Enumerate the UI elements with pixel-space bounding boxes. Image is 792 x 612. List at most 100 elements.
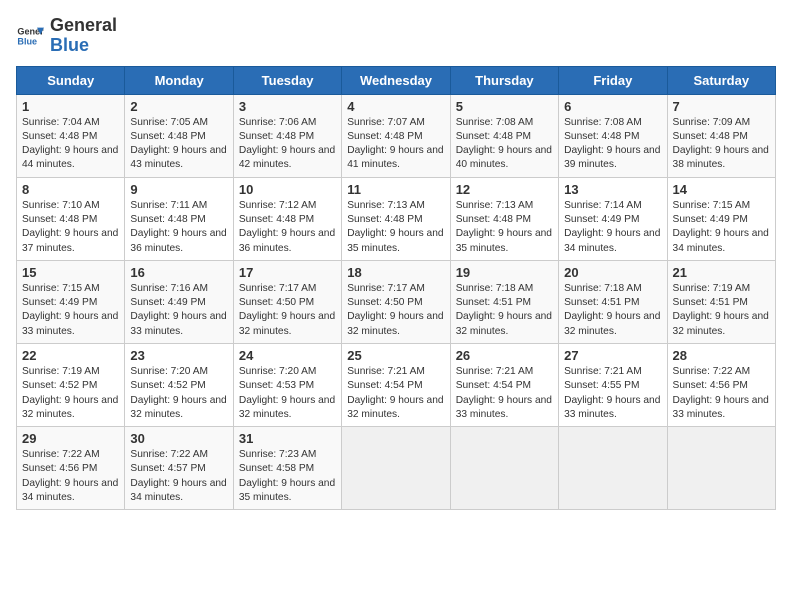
cell-content: Sunrise: 7:04 AMSunset: 4:48 PMDaylight:… — [22, 116, 119, 173]
cell-content: Sunrise: 7:13 AMSunset: 4:48 PMDaylight:… — [456, 199, 553, 256]
main-container: General Blue General Blue SundayMondayTu… — [0, 0, 792, 518]
cell-content: Sunrise: 7:22 AMSunset: 4:56 PMDaylight:… — [22, 448, 119, 505]
day-number: 22 — [22, 348, 119, 363]
calendar-cell: 12 Sunrise: 7:13 AMSunset: 4:48 PMDayligh… — [450, 177, 558, 260]
calendar-cell: 9Sunrise: 7:11 AMSunset: 4:48 PMDaylight… — [125, 177, 233, 260]
cell-content: Sunrise: 7:07 AMSunset: 4:48 PMDaylight:… — [347, 116, 444, 173]
cell-content: Sunrise: 7:10 AMSunset: 4:48 PMDaylight:… — [22, 199, 119, 256]
calendar-cell: 24 Sunrise: 7:20 AMSunset: 4:53 PMDayligh… — [233, 343, 341, 426]
calendar-cell — [450, 427, 558, 510]
calendar-cell — [559, 427, 667, 510]
day-number: 21 — [673, 265, 770, 280]
column-header-thursday: Thursday — [450, 66, 558, 94]
calendar-cell: 19 Sunrise: 7:18 AMSunset: 4:51 PMDayligh… — [450, 260, 558, 343]
column-header-sunday: Sunday — [17, 66, 125, 94]
day-number: 28 — [673, 348, 770, 363]
cell-content: Sunrise: 7:14 AMSunset: 4:49 PMDaylight:… — [564, 199, 661, 256]
day-number: 8 — [22, 182, 119, 197]
day-number: 24 — [239, 348, 336, 363]
day-number: 12 — [456, 182, 553, 197]
calendar-cell: 2 Sunrise: 7:05 AMSunset: 4:48 PMDaylight… — [125, 94, 233, 177]
cell-content: Sunrise: 7:11 AMSunset: 4:48 PMDaylight:… — [130, 199, 227, 256]
logo-text: General Blue — [50, 16, 117, 56]
day-number: 19 — [456, 265, 553, 280]
day-number: 27 — [564, 348, 661, 363]
cell-content: Sunrise: 7:18 AMSunset: 4:51 PMDaylight:… — [564, 282, 661, 339]
calendar-cell: 15Sunrise: 7:15 AMSunset: 4:49 PMDayligh… — [17, 260, 125, 343]
logo: General Blue General Blue — [16, 16, 117, 56]
calendar-cell: 11 Sunrise: 7:13 AMSunset: 4:48 PMDayligh… — [342, 177, 450, 260]
cell-content: Sunrise: 7:21 AMSunset: 4:54 PMDaylight:… — [456, 365, 553, 422]
calendar-cell: 22 Sunrise: 7:19 AMSunset: 4:52 PMDayligh… — [17, 343, 125, 426]
column-header-friday: Friday — [559, 66, 667, 94]
cell-content: Sunrise: 7:15 AMSunset: 4:49 PMDaylight:… — [22, 282, 119, 339]
calendar-cell: 1Sunrise: 7:04 AMSunset: 4:48 PMDaylight… — [17, 94, 125, 177]
calendar-cell: 29 Sunrise: 7:22 AMSunset: 4:56 PMDayligh… — [17, 427, 125, 510]
cell-content: Sunrise: 7:18 AMSunset: 4:51 PMDaylight:… — [456, 282, 553, 339]
cell-content: Sunrise: 7:17 AMSunset: 4:50 PMDaylight:… — [239, 282, 336, 339]
calendar-cell: 25Sunrise: 7:21 AMSunset: 4:54 PMDayligh… — [342, 343, 450, 426]
cell-content: Sunrise: 7:17 AMSunset: 4:50 PMDaylight:… — [347, 282, 444, 339]
cell-content: Sunrise: 7:05 AMSunset: 4:48 PMDaylight:… — [130, 116, 227, 173]
cell-content: Sunrise: 7:15 AMSunset: 4:49 PMDaylight:… — [673, 199, 770, 256]
svg-text:Blue: Blue — [17, 36, 37, 46]
column-header-wednesday: Wednesday — [342, 66, 450, 94]
cell-content: Sunrise: 7:13 AMSunset: 4:48 PMDaylight:… — [347, 199, 444, 256]
day-number: 11 — [347, 182, 444, 197]
cell-content: Sunrise: 7:21 AMSunset: 4:55 PMDaylight:… — [564, 365, 661, 422]
logo-icon: General Blue — [16, 22, 44, 50]
day-number: 5 — [456, 99, 553, 114]
day-number: 14 — [673, 182, 770, 197]
day-number: 3 — [239, 99, 336, 114]
day-number: 20 — [564, 265, 661, 280]
calendar-cell — [667, 427, 775, 510]
calendar-cell: 28 Sunrise: 7:22 AMSunset: 4:56 PMDayligh… — [667, 343, 775, 426]
cell-content: Sunrise: 7:22 AMSunset: 4:56 PMDaylight:… — [673, 365, 770, 422]
calendar-cell: 5Sunrise: 7:08 AMSunset: 4:48 PMDaylight… — [450, 94, 558, 177]
header: General Blue General Blue — [16, 16, 776, 56]
day-number: 23 — [130, 348, 227, 363]
day-number: 13 — [564, 182, 661, 197]
day-number: 10 — [239, 182, 336, 197]
cell-content: Sunrise: 7:23 AMSunset: 4:58 PMDaylight:… — [239, 448, 336, 505]
calendar-cell: 26 Sunrise: 7:21 AMSunset: 4:54 PMDayligh… — [450, 343, 558, 426]
calendar-cell: 18 Sunrise: 7:17 AMSunset: 4:50 PMDayligh… — [342, 260, 450, 343]
calendar-cell: 4 Sunrise: 7:07 AMSunset: 4:48 PMDaylight… — [342, 94, 450, 177]
day-number: 29 — [22, 431, 119, 446]
calendar-cell — [342, 427, 450, 510]
cell-content: Sunrise: 7:19 AMSunset: 4:52 PMDaylight:… — [22, 365, 119, 422]
calendar-cell: 14 Sunrise: 7:15 AMSunset: 4:49 PMDayligh… — [667, 177, 775, 260]
cell-content: Sunrise: 7:19 AMSunset: 4:51 PMDaylight:… — [673, 282, 770, 339]
column-header-tuesday: Tuesday — [233, 66, 341, 94]
day-number: 26 — [456, 348, 553, 363]
calendar-cell: 7Sunrise: 7:09 AMSunset: 4:48 PMDaylight… — [667, 94, 775, 177]
calendar-table: SundayMondayTuesdayWednesdayThursdayFrid… — [16, 66, 776, 511]
cell-content: Sunrise: 7:06 AMSunset: 4:48 PMDaylight:… — [239, 116, 336, 173]
calendar-week-5: 29 Sunrise: 7:22 AMSunset: 4:56 PMDayligh… — [17, 427, 776, 510]
calendar-cell: 6 Sunrise: 7:08 AMSunset: 4:48 PMDaylight… — [559, 94, 667, 177]
day-number: 4 — [347, 99, 444, 114]
column-header-saturday: Saturday — [667, 66, 775, 94]
day-number: 31 — [239, 431, 336, 446]
day-number: 17 — [239, 265, 336, 280]
day-number: 7 — [673, 99, 770, 114]
cell-content: Sunrise: 7:16 AMSunset: 4:49 PMDaylight:… — [130, 282, 227, 339]
cell-content: Sunrise: 7:20 AMSunset: 4:53 PMDaylight:… — [239, 365, 336, 422]
calendar-week-3: 15Sunrise: 7:15 AMSunset: 4:49 PMDayligh… — [17, 260, 776, 343]
calendar-cell: 3 Sunrise: 7:06 AMSunset: 4:48 PMDaylight… — [233, 94, 341, 177]
calendar-cell: 16 Sunrise: 7:16 AMSunset: 4:49 PMDayligh… — [125, 260, 233, 343]
day-number: 6 — [564, 99, 661, 114]
calendar-week-2: 8 Sunrise: 7:10 AMSunset: 4:48 PMDaylight… — [17, 177, 776, 260]
day-number: 16 — [130, 265, 227, 280]
calendar-header-row: SundayMondayTuesdayWednesdayThursdayFrid… — [17, 66, 776, 94]
cell-content: Sunrise: 7:21 AMSunset: 4:54 PMDaylight:… — [347, 365, 444, 422]
calendar-cell: 10Sunrise: 7:12 AMSunset: 4:48 PMDayligh… — [233, 177, 341, 260]
day-number: 2 — [130, 99, 227, 114]
column-header-monday: Monday — [125, 66, 233, 94]
calendar-cell: 13 Sunrise: 7:14 AMSunset: 4:49 PMDayligh… — [559, 177, 667, 260]
calendar-cell: 21 Sunrise: 7:19 AMSunset: 4:51 PMDayligh… — [667, 260, 775, 343]
day-number: 30 — [130, 431, 227, 446]
cell-content: Sunrise: 7:08 AMSunset: 4:48 PMDaylight:… — [564, 116, 661, 173]
day-number: 18 — [347, 265, 444, 280]
calendar-cell: 20 Sunrise: 7:18 AMSunset: 4:51 PMDayligh… — [559, 260, 667, 343]
